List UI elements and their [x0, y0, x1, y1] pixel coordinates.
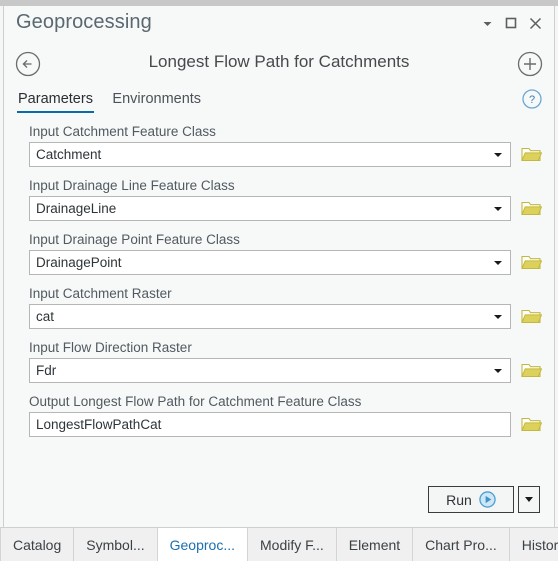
tool-title: Longest Flow Path for Catchments [148, 52, 410, 71]
geoprocessing-window: Geoprocessing Longest Flow Path for Catc… [0, 0, 558, 561]
folder-open-icon[interactable] [520, 361, 542, 381]
field-input-catchment-feature-class: Input Catchment Feature Class [29, 124, 542, 167]
tab-parameters[interactable]: Parameters [17, 88, 94, 113]
dock-tab-catalog[interactable]: Catalog [0, 528, 75, 561]
dock-tab-modify-features[interactable]: Modify F... [248, 528, 337, 561]
dock-tab-element[interactable]: Element [336, 528, 414, 561]
run-play-circle-icon [479, 491, 496, 508]
field-label: Input Flow Direction Raster [29, 340, 192, 355]
panel-tabs: Parameters Environments ? [4, 88, 554, 118]
input-flow-direction-raster-combo[interactable] [29, 358, 511, 383]
dock-tab-bar: Catalog Symbol... Geoproc... Modify F...… [0, 527, 558, 561]
run-area: Run [428, 486, 540, 513]
output-longest-flow-path-input[interactable] [29, 412, 511, 437]
field-output-longest-flow-path: Output Longest Flow Path for Catchment F… [29, 394, 542, 437]
dock-tab-geoprocessing[interactable]: Geoproc... [157, 528, 248, 561]
field-input-drainage-line-feature-class: Input Drainage Line Feature Class [29, 178, 542, 221]
chevron-down-icon [525, 497, 533, 502]
close-icon[interactable] [524, 13, 546, 33]
chevron-down-icon[interactable] [476, 13, 498, 33]
tool-header: Longest Flow Path for Catchments [4, 42, 554, 88]
field-input-catchment-raster: Input Catchment Raster [29, 286, 542, 329]
input-catchment-raster-combo[interactable] [29, 304, 511, 329]
geoprocessing-panel: Geoprocessing Longest Flow Path for Catc… [3, 6, 555, 528]
plus-circle-icon[interactable] [516, 50, 544, 78]
panel-title: Geoprocessing [16, 11, 152, 33]
dock-tab-chart-properties[interactable]: Chart Pro... [413, 528, 510, 561]
folder-open-icon[interactable] [520, 199, 542, 219]
field-label: Input Drainage Point Feature Class [29, 232, 240, 247]
help-circle-icon[interactable]: ? [521, 88, 543, 110]
folder-open-icon[interactable] [520, 415, 542, 435]
dock-tab-symbology[interactable]: Symbol... [74, 528, 158, 561]
field-label: Output Longest Flow Path for Catchment F… [29, 394, 362, 409]
folder-open-icon[interactable] [520, 307, 542, 327]
field-input-flow-direction-raster: Input Flow Direction Raster [29, 340, 542, 383]
run-button[interactable]: Run [428, 486, 514, 513]
maximize-icon[interactable] [500, 13, 522, 33]
field-label: Input Catchment Feature Class [29, 124, 216, 139]
input-drainage-line-feature-class-combo[interactable] [29, 196, 511, 221]
field-label: Input Catchment Raster [29, 286, 172, 301]
run-button-label: Run [446, 491, 472, 508]
run-options-button[interactable] [518, 486, 540, 513]
svg-text:?: ? [529, 94, 535, 106]
field-label: Input Drainage Line Feature Class [29, 178, 235, 193]
panel-titlebar: Geoprocessing [4, 6, 554, 42]
folder-open-icon[interactable] [520, 253, 542, 273]
input-catchment-feature-class-combo[interactable] [29, 142, 511, 167]
window-controls [476, 13, 546, 33]
input-drainage-point-feature-class-combo[interactable] [29, 250, 511, 275]
dock-tab-history[interactable]: History [509, 528, 558, 561]
parameters-form: Input Catchment Feature Class Inp [4, 124, 554, 448]
tab-environments[interactable]: Environments [111, 88, 202, 113]
field-input-drainage-point-feature-class: Input Drainage Point Feature Class [29, 232, 542, 275]
folder-open-icon[interactable] [520, 145, 542, 165]
